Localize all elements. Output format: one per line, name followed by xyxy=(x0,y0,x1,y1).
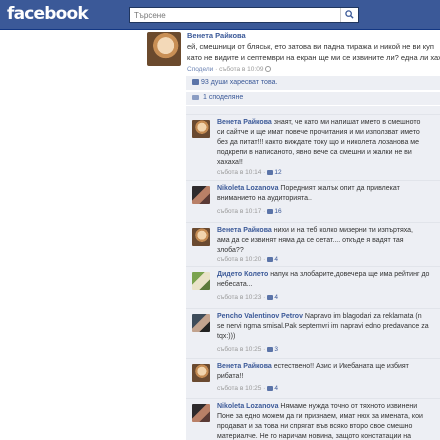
commenter-avatar[interactable] xyxy=(192,186,210,204)
commenter-name[interactable]: Венета Райкова xyxy=(217,119,272,126)
comment-text: вниманието на аудиторията.. xyxy=(217,195,312,202)
comment-text: подкрепи в написаното, явно вече са смеш… xyxy=(217,149,412,156)
comment-text: se nervi ngma smisal.Pak septemvri im na… xyxy=(217,323,429,330)
comment-text: Поне за едно можем да ги признаем, имат … xyxy=(217,413,423,420)
search-input[interactable] xyxy=(130,8,335,22)
left-column xyxy=(0,30,140,440)
comment-time[interactable]: събота в 10:23 xyxy=(217,294,261,301)
comment-body: Венета Райкова естествено!! Азис и Икеба… xyxy=(217,362,440,382)
comment-meta: събота в 10:25 · 3 xyxy=(217,346,278,353)
comment-body: Nikoleta Lozanova Нямаме нужда точно от … xyxy=(217,402,440,440)
search-button[interactable] xyxy=(340,8,358,22)
comment-body: Pencho Valentinov Petrov Napravo im blag… xyxy=(217,312,440,342)
comment-text: tqx:))) xyxy=(217,333,236,340)
like-icon xyxy=(267,294,274,300)
commenter-avatar[interactable] xyxy=(192,404,210,422)
post-text: ей, смешници от бляськ, ето затова ви па… xyxy=(187,41,440,63)
comment-meta: събота в 10:14 · 12 xyxy=(217,169,282,176)
search-icon xyxy=(345,10,354,19)
post-timestamp[interactable]: събота в 10:09 xyxy=(219,66,263,73)
comment-time[interactable]: събота в 10:14 xyxy=(217,169,261,176)
likes-text[interactable]: 93 души харесват това. xyxy=(201,79,277,86)
comment-text: материалче. Не го наричам новина, защото… xyxy=(217,433,411,440)
comment: Pencho Valentinov Petrov Napravo im blag… xyxy=(186,308,440,358)
comment-meta: събота в 10:20 · 4 xyxy=(217,256,278,263)
comment-meta: събота в 10:25 · 4 xyxy=(217,385,278,392)
comment-like-count[interactable]: 4 xyxy=(274,256,278,263)
post-text-line: ей, смешници от бляськ, ето затова ви па… xyxy=(187,42,434,51)
commenter-avatar[interactable] xyxy=(192,120,210,138)
commenter-avatar[interactable] xyxy=(192,314,210,332)
commenter-name[interactable]: Nikoleta Lozanova xyxy=(217,403,278,410)
share-link[interactable]: Сподели xyxy=(187,66,213,73)
comment-like-count[interactable]: 16 xyxy=(274,208,281,215)
share-icon xyxy=(192,94,199,100)
comment-like-count[interactable]: 12 xyxy=(274,169,281,176)
shares-summary[interactable]: 1 споделяне xyxy=(186,92,440,105)
comment-text: хахаха!! xyxy=(217,159,243,166)
like-icon xyxy=(267,385,274,391)
like-icon xyxy=(267,208,274,214)
comment-text: Napravo im blagodari za reklamata (n xyxy=(304,313,422,320)
post-meta: Сподели · събота в 10:09 xyxy=(187,66,272,73)
comment-text: Нямаме нужда точно от тяхното извинени xyxy=(280,403,418,410)
comment-body: Венета Райкова знаят, че като ми напишат… xyxy=(217,118,440,168)
shares-text[interactable]: 1 споделяне xyxy=(203,94,243,101)
comment: Дидето Колето напук на злобарите,довечер… xyxy=(186,266,440,308)
globe-icon xyxy=(265,66,272,73)
comment-like-count[interactable]: 4 xyxy=(274,294,278,301)
commenter-name[interactable]: Дидето Колето xyxy=(217,271,268,278)
like-icon xyxy=(267,346,274,352)
comment-like-count[interactable]: 3 xyxy=(274,346,278,353)
comment-body: Nikoleta Lozanova Поредният жалък опит д… xyxy=(217,184,440,204)
comment-text: естествено!! Азис и Икебаната ще избият xyxy=(273,363,409,370)
comment-text: нихи и на теб колко мизерни ти изпъртяха… xyxy=(273,227,413,234)
commenter-name[interactable]: Венета Райкова xyxy=(217,363,272,370)
search-box[interactable] xyxy=(129,7,359,23)
comment-like-count[interactable]: 4 xyxy=(274,385,278,392)
comment: Венета Райкова нихи и на теб колко мизер… xyxy=(186,222,440,266)
likes-summary[interactable]: 93 души харесват това. xyxy=(186,76,440,90)
comment-text: си сайтче и ще имат повече прочитания и … xyxy=(217,129,420,136)
comment-meta: събота в 10:23 · 4 xyxy=(217,294,278,301)
comment-text: небесата... xyxy=(217,281,253,288)
comment: Венета Райкова знаят, че като ми напишат… xyxy=(186,114,440,180)
comment-text: злоба?? xyxy=(217,247,244,254)
comment-time[interactable]: събота в 10:17 xyxy=(217,208,261,215)
comment-body: Дидето Колето напук на злобарите,довечер… xyxy=(217,270,440,290)
facebook-logo[interactable]: facebook xyxy=(7,4,89,24)
comment-time[interactable]: събота в 10:25 xyxy=(217,385,261,392)
comment-time[interactable]: събота в 10:25 xyxy=(217,346,261,353)
commenter-name[interactable]: Nikoleta Lozanova xyxy=(217,185,278,192)
comment-text: рибата!! xyxy=(217,373,244,380)
like-icon xyxy=(267,169,274,175)
comment-text: знаят, че като ми напишат името в смешно… xyxy=(273,119,421,126)
comment-body: Венета Райкова нихи и на теб колко мизер… xyxy=(217,226,440,256)
comment-text: Поредният жалък опит да привлекат xyxy=(280,185,400,192)
post-author-name[interactable]: Венета Райкова xyxy=(187,31,246,40)
like-icon xyxy=(267,256,274,262)
comment: Венета Райкова естествено!! Азис и Икеба… xyxy=(186,358,440,398)
comment-text: напук на злобарите,довечера ще има рейти… xyxy=(270,271,430,278)
commenter-avatar[interactable] xyxy=(192,364,210,382)
comment-text: ама да се извинят няма да се сетат.... о… xyxy=(217,237,404,244)
post-text-line: като не видите и септември на екран ще м… xyxy=(187,53,440,62)
commenter-name[interactable]: Венета Райкова xyxy=(217,227,272,234)
like-thumb-icon xyxy=(192,79,199,86)
commenter-avatar[interactable] xyxy=(192,272,210,290)
post-author-avatar[interactable] xyxy=(147,32,181,66)
commenter-avatar[interactable] xyxy=(192,228,210,246)
comment-meta: събота в 10:17 · 16 xyxy=(217,208,282,215)
comment-text: без да питат!!! както виждате току що и … xyxy=(217,139,419,146)
comment: Nikoleta Lozanova Поредният жалък опит д… xyxy=(186,180,440,222)
comment: Nikoleta Lozanova Нямаме нужда точно от … xyxy=(186,398,440,440)
top-bar: facebook xyxy=(0,0,440,30)
comment-time[interactable]: събота в 10:20 xyxy=(217,256,261,263)
commenter-name[interactable]: Pencho Valentinov Petrov xyxy=(217,313,303,320)
comment-text: продават и за това ни спрягат във всяко … xyxy=(217,423,413,430)
